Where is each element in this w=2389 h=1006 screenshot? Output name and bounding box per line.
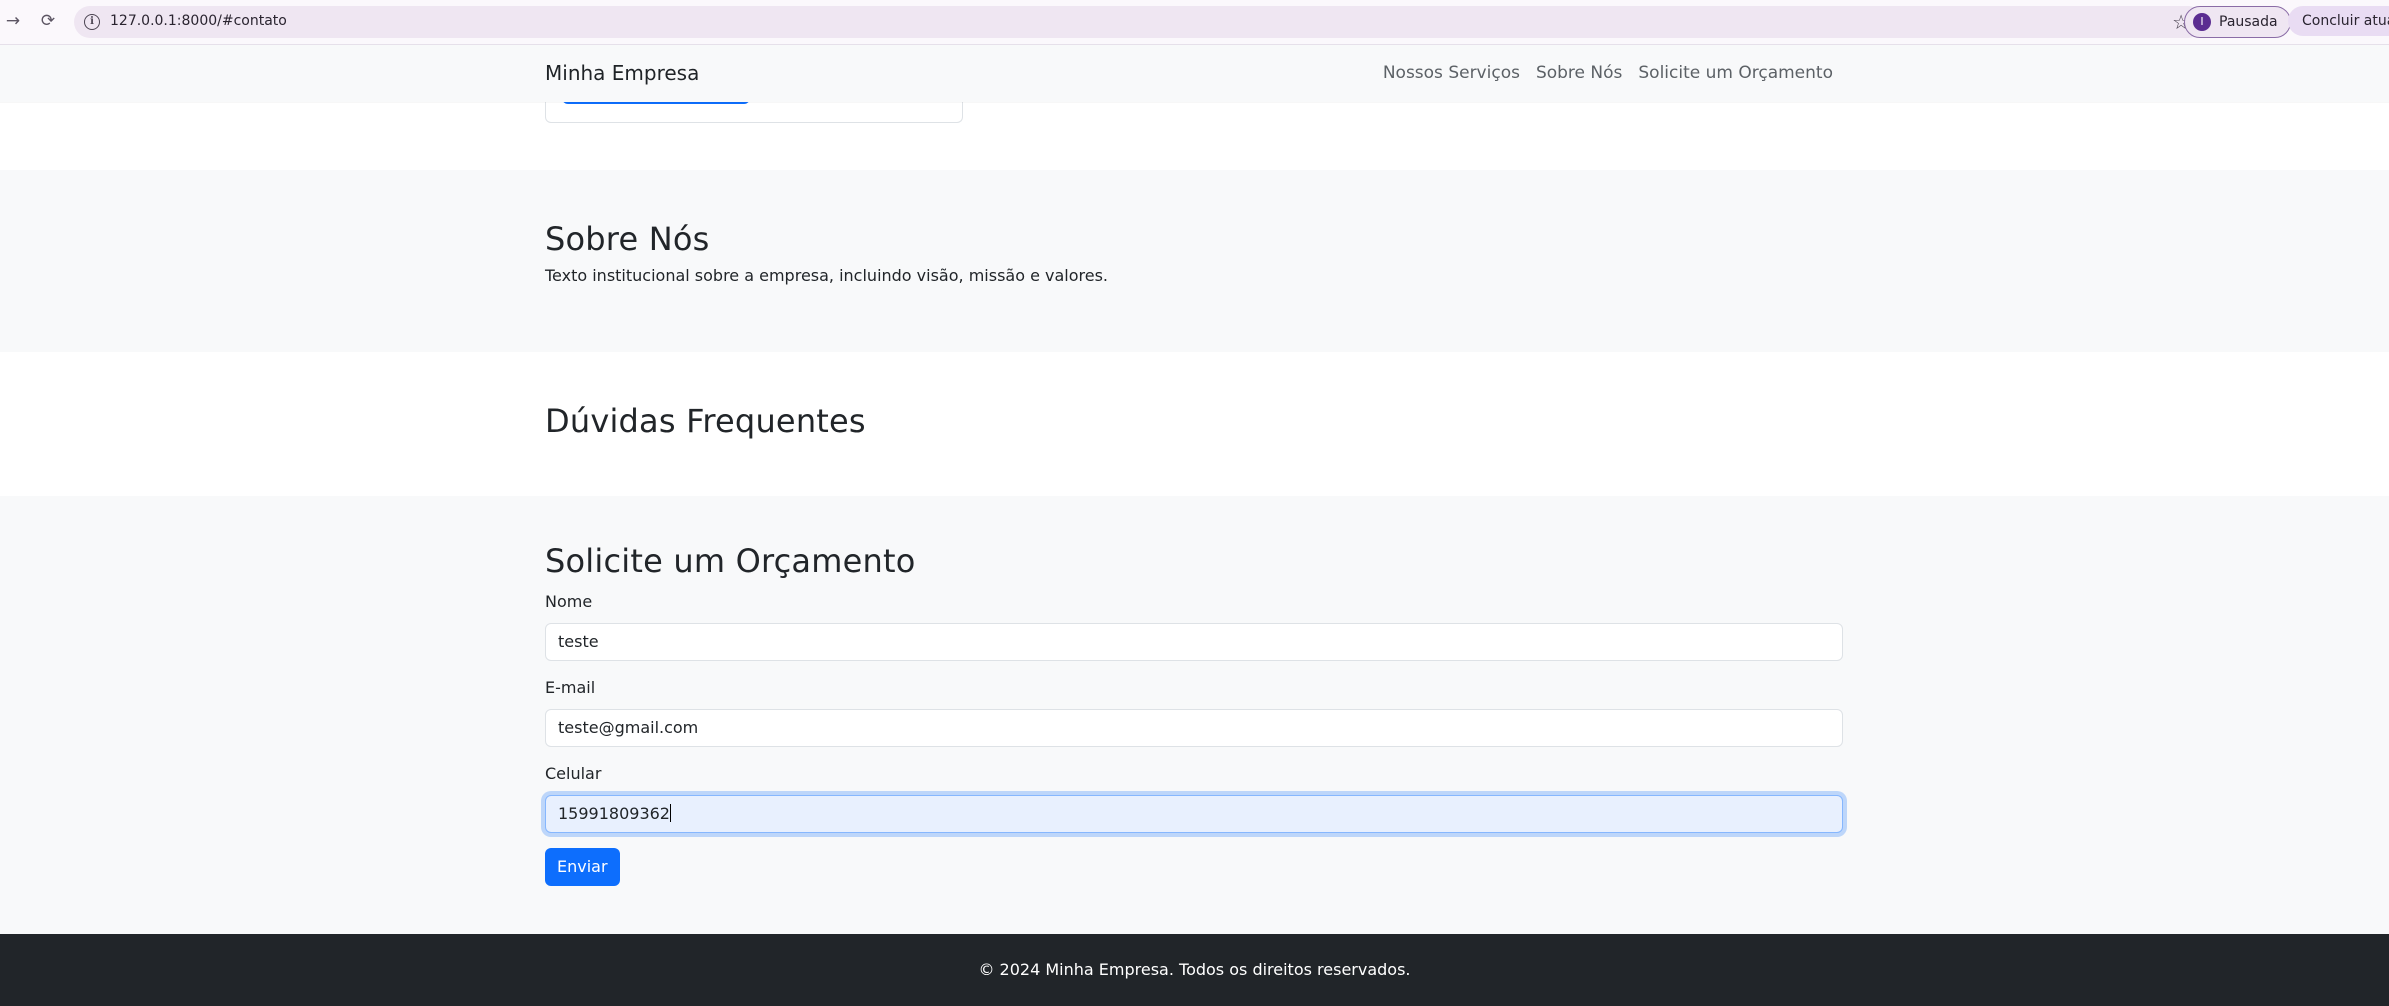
nav-link-services[interactable]: Nossos Serviços xyxy=(1383,63,1520,83)
contact-section: Solicite um Orçamento Nome teste E-mail … xyxy=(0,496,2389,934)
update-button[interactable]: Concluir atualiza xyxy=(2288,6,2389,36)
faq-title: Dúvidas Frequentes xyxy=(545,402,866,440)
submit-button[interactable]: Enviar xyxy=(545,848,620,886)
profile-status-label: Pausada xyxy=(2219,14,2278,30)
phone-input[interactable]: 15991809362 xyxy=(545,795,1843,833)
contact-title: Solicite um Orçamento xyxy=(545,542,916,580)
about-text: Texto institucional sobre a empresa, inc… xyxy=(545,266,1109,285)
about-title: Sobre Nós xyxy=(545,220,710,258)
brand-link[interactable]: Minha Empresa xyxy=(545,61,699,85)
nav-links: Nossos Serviços Sobre Nós Solicite um Or… xyxy=(1383,63,1833,83)
footer: © 2024 Minha Empresa. Todos os direitos … xyxy=(0,934,2389,1006)
text-caret xyxy=(669,804,671,822)
footer-copyright: © 2024 Minha Empresa. Todos os direitos … xyxy=(978,960,1411,979)
about-section: Sobre Nós Texto institucional sobre a em… xyxy=(0,170,2389,352)
reload-icon[interactable]: ⟳ xyxy=(37,10,59,32)
name-input[interactable]: teste xyxy=(545,623,1843,661)
name-label: Nome xyxy=(545,592,593,611)
profile-avatar: I xyxy=(2193,13,2211,31)
email-label: E-mail xyxy=(545,678,596,697)
nav-link-about[interactable]: Sobre Nós xyxy=(1536,63,1622,83)
faq-section: Dúvidas Frequentes xyxy=(0,352,2389,496)
phone-input-value: 15991809362 xyxy=(558,804,670,823)
phone-label: Celular xyxy=(545,764,602,783)
url-text[interactable]: 127.0.0.1:8000/#contato xyxy=(110,13,287,29)
site-info-icon[interactable]: i xyxy=(84,14,100,30)
profile-button[interactable]: I Pausada xyxy=(2184,6,2291,38)
update-label: Concluir atualiza xyxy=(2302,13,2389,29)
browser-toolbar: → ⟳ i 127.0.0.1:8000/#contato ☆ I Pausad… xyxy=(0,0,2389,45)
forward-arrow-icon[interactable]: → xyxy=(2,10,24,32)
email-input[interactable]: teste@gmail.com xyxy=(545,709,1843,747)
nav-link-quote[interactable]: Solicite um Orçamento xyxy=(1638,63,1833,83)
site-navbar: Minha Empresa Nossos Serviços Sobre Nós … xyxy=(0,45,2389,102)
address-bar[interactable]: i 127.0.0.1:8000/#contato ☆ xyxy=(74,6,2204,38)
